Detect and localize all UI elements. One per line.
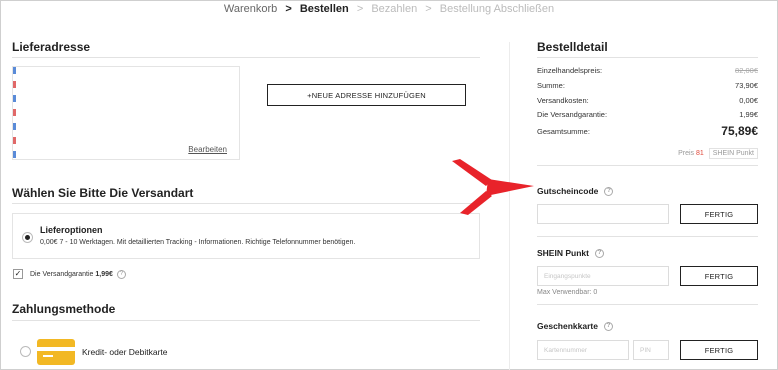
credit-card-icon — [37, 339, 75, 365]
giftcard-number-input[interactable] — [537, 340, 629, 360]
order-title: Bestelldetail — [537, 40, 608, 54]
breadcrumb-separator: > — [285, 3, 292, 15]
points-submit-button[interactable]: FERTIG — [680, 266, 758, 286]
divider — [537, 304, 758, 305]
summary-value: 0,00€ — [739, 96, 758, 105]
points-input[interactable] — [537, 266, 669, 286]
help-icon[interactable]: ? — [594, 248, 604, 258]
edit-address-link[interactable]: Bearbeiten — [188, 145, 227, 154]
summary-label: Einzelhandelspreis: — [537, 66, 603, 75]
add-address-button[interactable]: +NEUE ADRESSE HINZUFÜGEN — [267, 84, 466, 106]
total-label: Gesamtsumme: — [537, 126, 590, 136]
divider — [537, 57, 758, 58]
guarantee-label: Die Versandgarantie — [30, 270, 94, 278]
divider — [12, 203, 480, 204]
help-icon[interactable]: ? — [603, 321, 613, 331]
guarantee-checkbox[interactable]: ✓ — [13, 269, 23, 279]
summary-value: 73,90€ — [735, 81, 758, 90]
coupon-submit-button[interactable]: FERTIG — [680, 204, 758, 224]
breadcrumb: Warenkorb > Bestellen > Bezahlen > Beste… — [0, 2, 778, 16]
giftcard-label: Geschenkkarte — [537, 321, 598, 331]
summary-label: Versandkosten: — [537, 96, 589, 105]
summary-row-retail: Einzelhandelspreis: 82,00€ — [537, 66, 758, 75]
summary-value: 82,00€ — [735, 66, 758, 75]
giftcard-pin-input[interactable] — [633, 340, 669, 360]
guarantee-price: 1,99€ — [95, 270, 113, 278]
points-prefix: Preis — [678, 150, 695, 157]
shipping-guarantee: ✓ Die Versandgarantie 1,99€ ? — [13, 268, 126, 280]
summary-label: Die Versandgarantie: — [537, 110, 608, 119]
page-frame — [0, 0, 778, 370]
coupon-label: Gutscheincode — [537, 186, 599, 196]
points-label-row: SHEIN Punkt ? — [537, 248, 604, 258]
breadcrumb-separator: > — [425, 3, 432, 15]
help-icon[interactable]: ? — [604, 186, 614, 196]
divider — [537, 236, 758, 237]
payment-card-label[interactable]: Kredit- oder Debitkarte — [82, 347, 168, 357]
breadcrumb-complete: Bestellung Abschließen — [439, 3, 555, 15]
points-label: SHEIN Punkt — [537, 248, 589, 258]
divider — [12, 320, 480, 321]
coupon-input[interactable] — [537, 204, 669, 224]
points-earned: Preis 81 SHEIN Punkt — [537, 148, 758, 159]
delivery-title: Lieferadresse — [12, 40, 91, 54]
points-tag: SHEIN Punkt — [708, 148, 758, 159]
points-max-note: Max Verwendbar: 0 — [537, 289, 598, 296]
airmail-stripes — [13, 67, 16, 159]
payment-title: Zahlungsmethode — [12, 302, 116, 316]
breadcrumb-pay: Bezahlen — [371, 3, 418, 15]
red-arrow-annotation-icon — [452, 159, 534, 215]
coupon-label-row: Gutscheincode ? — [537, 186, 614, 196]
shipping-radio[interactable] — [22, 232, 33, 243]
summary-row-sum: Summe: 73,90€ — [537, 81, 758, 90]
breadcrumb-order: Bestellen — [299, 3, 349, 15]
summary-row-shipping: Versandkosten: 0,00€ — [537, 96, 758, 105]
shipping-option[interactable]: Lieferoptionen 0,00€ 7 - 10 Werktagen. M… — [12, 213, 480, 259]
divider — [12, 57, 480, 58]
divider — [537, 165, 758, 166]
payment-radio[interactable] — [20, 346, 31, 357]
address-card[interactable]: Bearbeiten — [12, 66, 240, 160]
shipping-title: Wählen Sie Bitte Die Versandart — [12, 186, 194, 200]
summary-row-guarantee: Die Versandgarantie: 1,99€ — [537, 110, 758, 119]
points-value: 81 — [696, 150, 704, 157]
shipping-option-desc: 0,00€ 7 - 10 Werktagen. Mit detaillierte… — [40, 239, 356, 246]
help-icon[interactable]: ? — [116, 269, 126, 279]
giftcard-label-row: Geschenkkarte ? — [537, 321, 613, 331]
breadcrumb-cart[interactable]: Warenkorb — [224, 3, 277, 15]
summary-label: Summe: — [537, 81, 565, 90]
breadcrumb-separator: > — [356, 3, 364, 15]
summary-value: 1,99€ — [739, 110, 758, 119]
summary-row-total: Gesamtsumme: 75,89€ — [537, 124, 758, 138]
shipping-option-title: Lieferoptionen — [40, 225, 103, 235]
total-value: 75,89€ — [721, 124, 758, 138]
giftcard-submit-button[interactable]: FERTIG — [680, 340, 758, 360]
